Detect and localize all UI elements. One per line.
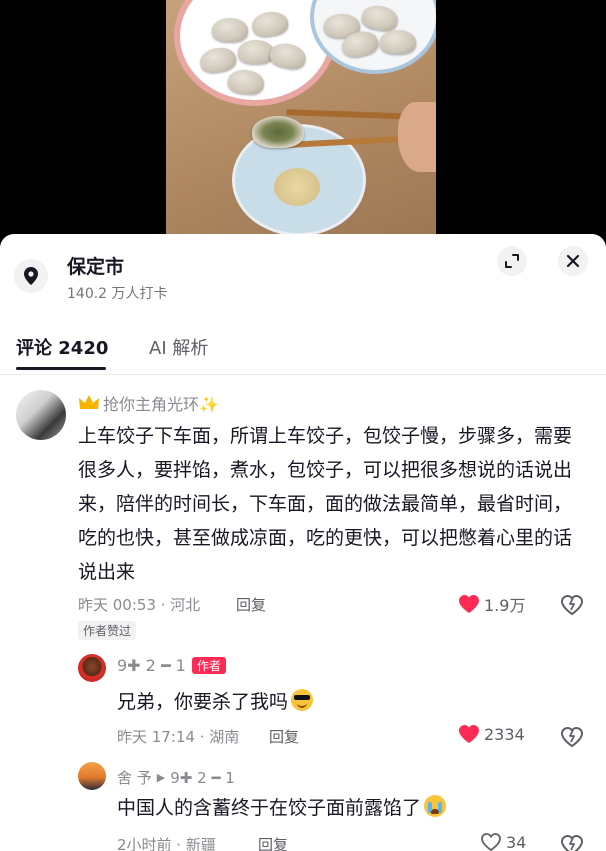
cool-face-emoji: [291, 689, 314, 711]
held-dumpling: [252, 116, 304, 148]
like-count: 1.9万: [484, 596, 526, 615]
reply-text-content: 中国人的含蓄终于在饺子面前露馅了: [117, 797, 422, 819]
reply-button[interactable]: 回复: [269, 726, 299, 747]
reply-button[interactable]: 回复: [258, 834, 288, 851]
comment-sheet: 保定市 140.2 万人打卡 评论 2420 AI 解析 抢你主角光环✨ 上车饺…: [0, 234, 606, 851]
reply-username-row[interactable]: 9✚ 2 ━ 1 作者: [117, 656, 226, 675]
reply-text: 兄弟，你要杀了我吗: [117, 685, 314, 719]
avatar[interactable]: [78, 762, 106, 790]
sauce: [274, 168, 320, 206]
reply-username: 9✚ 2 ━ 1: [117, 656, 186, 675]
dislike-icon[interactable]: [559, 591, 585, 617]
video-player[interactable]: [0, 0, 606, 234]
like-count: 34: [506, 832, 527, 851]
author-liked-badge: 作者赞过: [78, 621, 137, 640]
reply-time-location: 2小时前 · 新疆: [117, 836, 216, 851]
location-icon-wrapper: [14, 259, 48, 293]
active-tab-indicator: [16, 367, 106, 370]
heart-filled-icon: [459, 595, 479, 613]
tab-ai-analysis[interactable]: AI 解析: [149, 334, 208, 360]
dumpling: [212, 18, 248, 42]
tab-bar: 评论 2420 AI 解析: [0, 330, 606, 375]
crying-face-emoji: [424, 795, 447, 817]
like-button[interactable]: 34: [480, 832, 526, 851]
comment-text: 上车饺子下车面，所谓上车饺子，包饺子慢，步骤多，需要很多人，要拌馅，煮水，包饺子…: [78, 425, 573, 583]
reply-to-username: 9✚ 2 ━ 1: [170, 768, 235, 787]
reply-text-content: 兄弟，你要杀了我吗: [117, 691, 289, 713]
like-count: 2334: [484, 724, 525, 744]
like-button[interactable]: 2334: [458, 724, 525, 744]
dumpling: [380, 30, 416, 54]
reply-button[interactable]: 回复: [236, 594, 266, 615]
comment-time-location: 昨天 00:53 · 河北: [78, 596, 201, 614]
reply-text: 中国人的含蓄终于在饺子面前露馅了: [117, 791, 447, 825]
reply-username: 舍 予: [117, 769, 152, 787]
avatar[interactable]: [78, 654, 106, 682]
dislike-icon[interactable]: [559, 723, 585, 749]
expand-button[interactable]: [497, 246, 527, 276]
expand-icon: [505, 254, 519, 268]
video-frame: [166, 0, 436, 234]
hand: [398, 102, 436, 172]
reply-time-location: 昨天 17:14 · 湖南: [117, 728, 240, 746]
comment-username-row[interactable]: 抢你主角光环✨: [78, 391, 219, 415]
heart-filled-icon: [459, 725, 479, 743]
close-button[interactable]: [558, 246, 588, 276]
crown-icon: [79, 395, 99, 409]
checkin-count: 140.2 万人打卡: [67, 286, 168, 302]
avatar[interactable]: [16, 390, 66, 440]
reply-arrow-icon: ▶: [156, 771, 166, 784]
tab-comments[interactable]: 评论 2420: [16, 334, 108, 360]
close-icon: [566, 254, 580, 268]
comment-username: 抢你主角光环✨: [103, 395, 219, 414]
author-badge: 作者: [191, 657, 226, 674]
dumpling: [238, 40, 274, 64]
like-button[interactable]: 1.9万: [458, 592, 525, 616]
location-pin-icon: [24, 267, 38, 285]
heart-outline-icon: [481, 833, 501, 851]
reply-chain[interactable]: 舍 予 ▶ 9✚ 2 ━ 1: [117, 767, 235, 788]
location-name[interactable]: 保定市: [67, 252, 124, 279]
dislike-icon[interactable]: [559, 831, 585, 851]
